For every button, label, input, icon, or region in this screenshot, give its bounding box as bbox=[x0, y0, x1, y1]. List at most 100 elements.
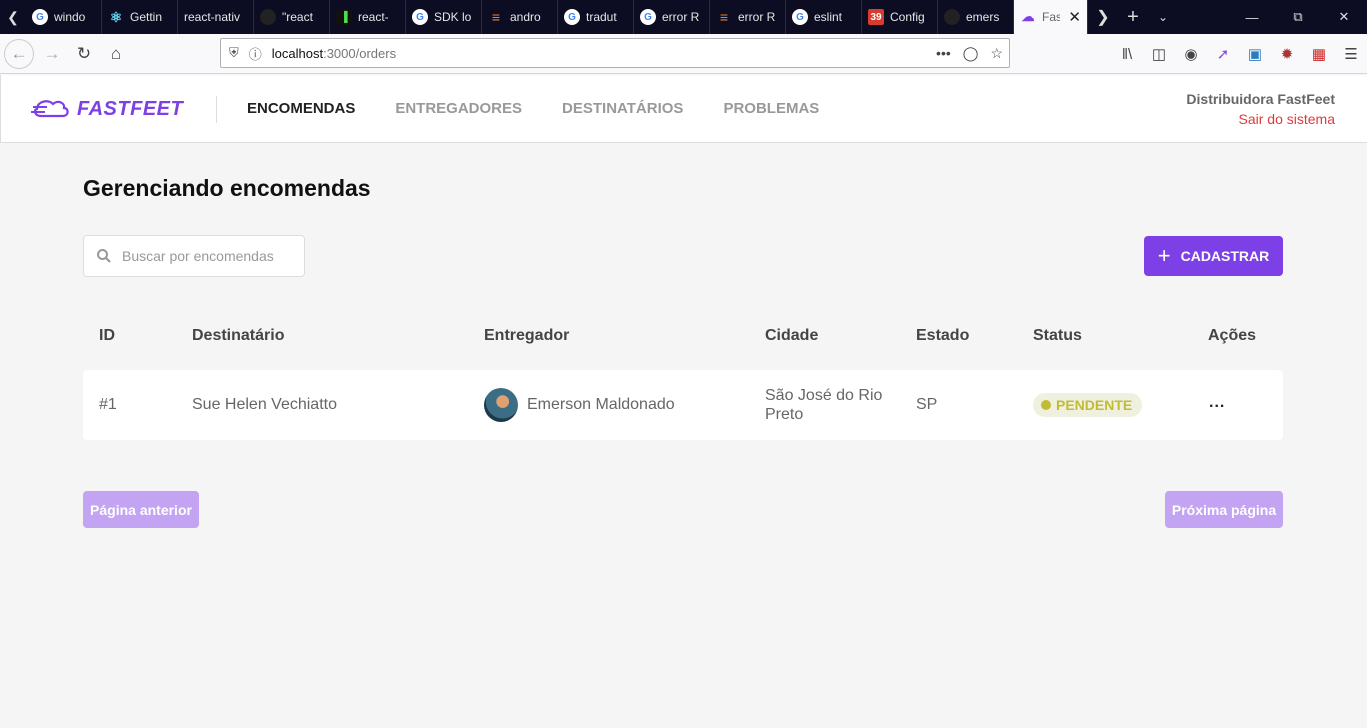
home-icon[interactable]: ⌂ bbox=[100, 38, 132, 70]
browser-tab[interactable]: ⚛ Gettin bbox=[102, 0, 178, 34]
browser-tab-strip: ❮ Gwindo ⚛ Gettin react-nativ "react ▐ react- G… bbox=[0, 0, 1367, 34]
browser-tab-title: windo bbox=[54, 10, 86, 24]
fastfeet-logo-icon bbox=[31, 100, 69, 118]
close-tab-icon[interactable]: ✕ bbox=[1068, 8, 1081, 26]
google-icon: G bbox=[792, 9, 808, 25]
nav-item-problemas[interactable]: PROBLEMAS bbox=[723, 100, 819, 117]
deliveryman-name: Emerson Maldonado bbox=[527, 396, 675, 413]
minimize-icon[interactable]: — bbox=[1229, 0, 1275, 34]
url-host: localhost bbox=[271, 45, 324, 61]
tab-list-chevron-icon[interactable]: ⌄ bbox=[1148, 0, 1178, 34]
stackoverflow-icon: ≡ bbox=[719, 9, 729, 25]
main-nav: ENCOMENDAS ENTREGADORES DESTINATÁRIOS PR… bbox=[247, 100, 859, 117]
extension-s-icon[interactable]: ▣ bbox=[1239, 45, 1271, 63]
browser-tab[interactable]: "react bbox=[254, 0, 330, 34]
forward-icon[interactable]: → bbox=[36, 38, 68, 70]
status-label: PENDENTE bbox=[1056, 397, 1133, 413]
page-title: Gerenciando encomendas bbox=[83, 175, 371, 201]
pocket-icon[interactable]: ◯ bbox=[963, 45, 979, 62]
back-icon[interactable]: ← bbox=[4, 38, 34, 69]
browser-tab-title: andro bbox=[510, 10, 541, 24]
browser-tab-title: eslint bbox=[814, 10, 843, 24]
tab-badge-count: 39 bbox=[870, 11, 882, 23]
nav-item-destinatarios[interactable]: DESTINATÁRIOS bbox=[562, 100, 683, 117]
add-order-button[interactable]: + CADASTRAR bbox=[1144, 236, 1283, 276]
new-tab-icon[interactable]: + bbox=[1118, 0, 1148, 34]
tab-scroll-left-icon[interactable]: ❮ bbox=[0, 0, 26, 34]
user-info: Distribuidora FastFeet Sair do sistema bbox=[1186, 91, 1335, 127]
browser-tab[interactable]: ☁ Fas ✕ bbox=[1014, 0, 1088, 34]
browser-tab[interactable]: G SDK lo bbox=[406, 0, 482, 34]
restore-icon[interactable]: ⧉ bbox=[1275, 0, 1321, 34]
bookmark-star-icon[interactable]: ☆ bbox=[990, 45, 1003, 62]
order-id: #1 bbox=[99, 396, 117, 413]
ds-icon: ▐ bbox=[336, 9, 352, 25]
browser-tab-title: error R bbox=[662, 10, 700, 24]
browser-tab-title: Gettin bbox=[130, 10, 163, 24]
browser-tab[interactable]: ≡ andro bbox=[482, 0, 558, 34]
search-input[interactable] bbox=[122, 248, 292, 264]
city-line-1: São José do Rio bbox=[765, 387, 883, 404]
browser-tab[interactable]: emers bbox=[938, 0, 1014, 34]
extension-gear-icon[interactable]: ✹ bbox=[1271, 45, 1303, 63]
reload-icon[interactable]: ↻ bbox=[68, 38, 100, 70]
next-page-button[interactable]: Próxima página bbox=[1165, 491, 1283, 528]
browser-tab[interactable]: Gerror R bbox=[634, 0, 710, 34]
info-icon[interactable]: ⓘ bbox=[249, 44, 262, 63]
extension-feather-icon[interactable]: ➚ bbox=[1207, 45, 1239, 63]
tab-scroll-right-icon[interactable]: ❯ bbox=[1088, 0, 1118, 34]
column-header-city: Cidade bbox=[765, 327, 819, 344]
column-header-actions: Ações bbox=[1208, 327, 1257, 344]
previous-page-button[interactable]: Página anterior bbox=[83, 491, 199, 528]
column-header-state: Estado bbox=[916, 327, 970, 344]
deliveryman-avatar bbox=[484, 388, 518, 422]
state: SP bbox=[916, 396, 938, 413]
nav-item-entregadores[interactable]: ENTREGADORES bbox=[395, 100, 522, 117]
close-window-icon[interactable]: ✕ bbox=[1321, 0, 1367, 34]
react-icon: ⚛ bbox=[109, 8, 123, 25]
browser-tab-title: "react bbox=[282, 10, 313, 24]
browser-tab[interactable]: ≡ error R bbox=[710, 0, 786, 34]
menu-icon[interactable]: ☰ bbox=[1335, 45, 1367, 63]
account-icon[interactable]: ◉ bbox=[1175, 45, 1207, 63]
browser-toolbar: ← → ↻ ⌂ ⛨ ⓘ localhost:3000/orders ••• ◯ … bbox=[0, 34, 1367, 74]
url-path: :3000/orders bbox=[323, 45, 397, 61]
status-dot-icon bbox=[1041, 400, 1051, 410]
fastfeet-logo[interactable]: FASTFEET bbox=[31, 96, 183, 122]
browser-tab-title: error R bbox=[738, 10, 776, 24]
library-icon[interactable]: ‖\ bbox=[1111, 46, 1143, 63]
search-box[interactable] bbox=[83, 235, 305, 277]
sidebar-icon[interactable]: ◫ bbox=[1143, 45, 1175, 63]
row-actions-button[interactable]: ... bbox=[1209, 394, 1225, 412]
search-icon bbox=[97, 249, 111, 263]
browser-tab-title: react- bbox=[358, 10, 389, 24]
city: São José do Rio Preto bbox=[765, 386, 882, 424]
badge-39-icon: 39 bbox=[868, 9, 884, 25]
github-icon bbox=[944, 9, 960, 25]
recipient-name: Sue Helen Vechiatto bbox=[192, 396, 337, 413]
browser-tab[interactable]: Gtradut bbox=[558, 0, 634, 34]
browser-tab-title: emers bbox=[966, 10, 1000, 24]
stackoverflow-icon: ≡ bbox=[491, 9, 501, 25]
city-line-2: Preto bbox=[765, 406, 804, 423]
browser-tab[interactable]: ▐ react- bbox=[330, 0, 406, 34]
shield-icon[interactable]: ⛨ bbox=[229, 45, 239, 61]
url-bar[interactable]: ⛨ ⓘ localhost:3000/orders ••• ◯ ☆ bbox=[220, 38, 1010, 68]
browser-tab[interactable]: react-nativ bbox=[178, 0, 254, 34]
column-header-status: Status bbox=[1033, 327, 1082, 344]
logout-link[interactable]: Sair do sistema bbox=[1186, 111, 1335, 127]
user-name: Distribuidora FastFeet bbox=[1186, 91, 1335, 107]
column-header-deliveryman: Entregador bbox=[484, 327, 570, 344]
browser-tab-title: Fas bbox=[1042, 10, 1061, 24]
status-badge: PENDENTE bbox=[1033, 393, 1143, 417]
google-icon: G bbox=[32, 9, 48, 25]
page-actions-icon[interactable]: ••• bbox=[936, 45, 951, 61]
nav-item-encomendas[interactable]: ENCOMENDAS bbox=[247, 100, 355, 117]
browser-tab[interactable]: 39 Config bbox=[862, 0, 938, 34]
browser-tab[interactable]: Gwindo bbox=[26, 0, 102, 34]
extension-red-icon[interactable]: ▦ bbox=[1303, 45, 1335, 63]
fastfeet-icon: ☁ bbox=[1021, 9, 1035, 24]
browser-tab[interactable]: Geslint bbox=[786, 0, 862, 34]
header-divider bbox=[216, 96, 217, 123]
app-header: FASTFEET ENCOMENDAS ENTREGADORES DESTINA… bbox=[0, 75, 1367, 143]
